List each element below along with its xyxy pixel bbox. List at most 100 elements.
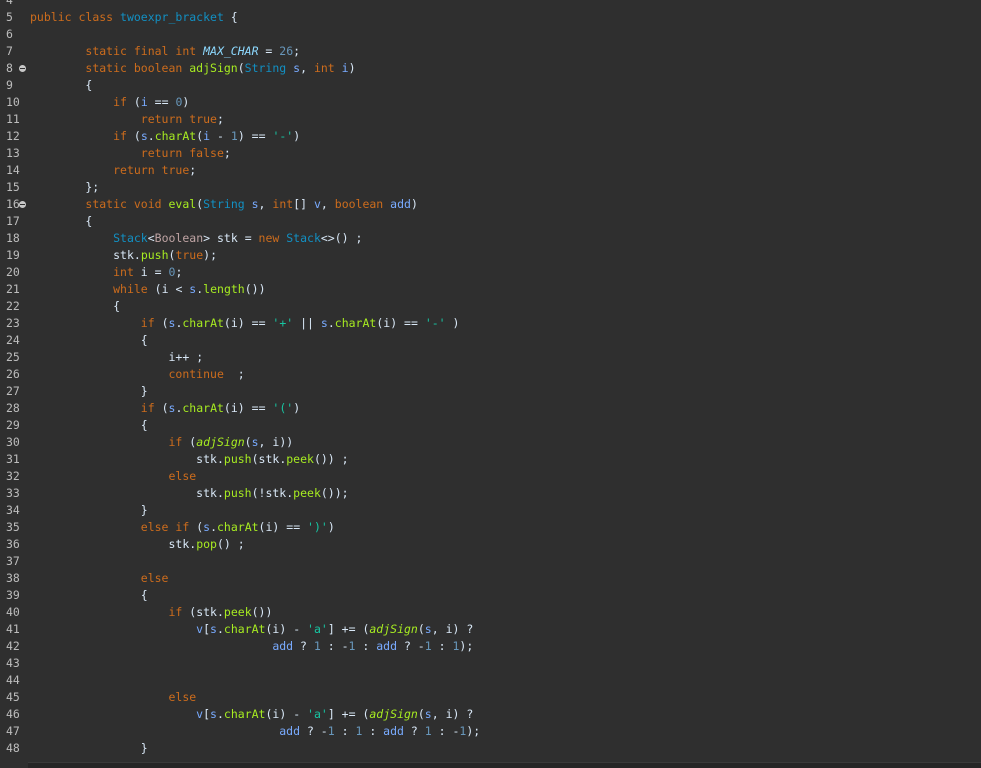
code-line[interactable]: 19 stk.push(true); bbox=[0, 247, 981, 264]
code-text[interactable]: { bbox=[30, 77, 92, 94]
code-line[interactable]: 17 { bbox=[0, 213, 981, 230]
code-line[interactable]: 47 add ? -1 : 1 : add ? 1 : -1); bbox=[0, 723, 981, 740]
code-text[interactable]: stk.push(!stk.peek()); bbox=[30, 485, 348, 502]
code-line[interactable]: 41 v[s.charAt(i) - 'a'] += (adjSign(s, i… bbox=[0, 621, 981, 638]
line-number: 45 bbox=[6, 690, 20, 704]
code-text[interactable]: i++ ; bbox=[30, 349, 203, 366]
code-text[interactable]: } bbox=[30, 740, 148, 757]
code-text[interactable]: Stack<Boolean> stk = new Stack<>() ; bbox=[30, 230, 362, 247]
code-text[interactable]: if (s.charAt(i - 1) == '-') bbox=[30, 128, 300, 145]
code-text[interactable]: else bbox=[30, 570, 169, 587]
code-line[interactable]: 33 stk.push(!stk.peek()); bbox=[0, 485, 981, 502]
code-line[interactable]: 5 public class twoexpr_bracket { bbox=[0, 9, 981, 26]
code-line[interactable]: 27 } bbox=[0, 383, 981, 400]
code-line[interactable]: 36 stk.pop() ; bbox=[0, 536, 981, 553]
code-text[interactable]: }; bbox=[30, 179, 99, 196]
code-line[interactable]: 16 static void eval(String s, int[] v, b… bbox=[0, 196, 981, 213]
code-text[interactable]: while (i < s.length()) bbox=[30, 281, 265, 298]
code-line[interactable]: 46 v[s.charAt(i) - 'a'] += (adjSign(s, i… bbox=[0, 706, 981, 723]
code-line[interactable]: 23 if (s.charAt(i) == '+' || s.charAt(i)… bbox=[0, 315, 981, 332]
code-text[interactable]: add ? 1 : -1 : add ? -1 : 1); bbox=[30, 638, 473, 655]
code-text[interactable]: static final int MAX_CHAR = 26; bbox=[30, 43, 300, 60]
code-line[interactable]: 44 bbox=[0, 672, 981, 689]
line-number: 21 bbox=[6, 282, 20, 296]
code-line[interactable]: 31 stk.push(stk.peek()) ; bbox=[0, 451, 981, 468]
code-text[interactable]: stk.push(true); bbox=[30, 247, 217, 264]
code-area[interactable]: 4 5 public class twoexpr_bracket {6 7 stati… bbox=[0, 0, 981, 757]
code-line[interactable]: 28 if (s.charAt(i) == '(') bbox=[0, 400, 981, 417]
code-line[interactable]: 20 int i = 0; bbox=[0, 264, 981, 281]
code-line[interactable]: 43 bbox=[0, 655, 981, 672]
code-line[interactable]: 26 continue ; bbox=[0, 366, 981, 383]
fold-toggle-icon[interactable] bbox=[19, 201, 26, 208]
code-line[interactable]: 10 if (i == 0) bbox=[0, 94, 981, 111]
code-line[interactable]: 39 { bbox=[0, 587, 981, 604]
code-token: s bbox=[424, 622, 432, 636]
code-text[interactable]: add ? -1 : 1 : add ? 1 : -1); bbox=[30, 723, 480, 740]
code-line[interactable]: 35 else if (s.charAt(i) == ')') bbox=[0, 519, 981, 536]
code-line[interactable]: 6 bbox=[0, 26, 981, 43]
code-text[interactable]: else bbox=[30, 689, 196, 706]
line-number: 24 bbox=[6, 333, 20, 347]
line-number: 30 bbox=[6, 435, 20, 449]
code-text[interactable]: static void eval(String s, int[] v, bool… bbox=[30, 196, 417, 213]
code-token: while bbox=[113, 282, 148, 296]
code-text[interactable]: else bbox=[30, 468, 196, 485]
code-line[interactable]: 40 if (stk.peek()) bbox=[0, 604, 981, 621]
code-line[interactable]: 4 bbox=[0, 0, 981, 9]
code-line[interactable]: 21 while (i < s.length()) bbox=[0, 281, 981, 298]
code-text[interactable]: if (s.charAt(i) == '+' || s.charAt(i) ==… bbox=[30, 315, 460, 332]
code-token: { bbox=[30, 418, 148, 432]
line-number: 19 bbox=[6, 248, 20, 262]
code-line[interactable]: 37 bbox=[0, 553, 981, 570]
code-text[interactable]: v[s.charAt(i) - 'a'] += (adjSign(s, i) ? bbox=[30, 621, 473, 638]
code-line[interactable]: 45 else bbox=[0, 689, 981, 706]
code-token: ; bbox=[175, 265, 183, 279]
code-text[interactable]: if (adjSign(s, i)) bbox=[30, 434, 293, 451]
code-text[interactable]: stk.pop() ; bbox=[30, 536, 244, 553]
code-text[interactable]: int i = 0; bbox=[30, 264, 182, 281]
code-line[interactable]: 32 else bbox=[0, 468, 981, 485]
code-text[interactable]: continue ; bbox=[30, 366, 244, 383]
code-line[interactable]: 15 }; bbox=[0, 179, 981, 196]
code-line[interactable]: 38 else bbox=[0, 570, 981, 587]
code-text[interactable]: { bbox=[30, 332, 148, 349]
code-line[interactable]: 42 add ? 1 : -1 : add ? -1 : 1); bbox=[0, 638, 981, 655]
code-text[interactable]: } bbox=[30, 383, 148, 400]
code-line[interactable]: 30 if (adjSign(s, i)) bbox=[0, 434, 981, 451]
code-text[interactable]: if (s.charAt(i) == '(') bbox=[30, 400, 300, 417]
code-text[interactable]: { bbox=[30, 213, 92, 230]
code-line[interactable]: 14 return true; bbox=[0, 162, 981, 179]
code-text[interactable]: stk.push(stk.peek()) ; bbox=[30, 451, 348, 468]
code-editor[interactable]: 4 5 public class twoexpr_bracket {6 7 stati… bbox=[0, 0, 981, 768]
code-text[interactable]: return false; bbox=[30, 145, 231, 162]
horizontal-scrollbar[interactable] bbox=[28, 762, 981, 768]
code-text[interactable]: static boolean adjSign(String s, int i) bbox=[30, 60, 355, 77]
code-line[interactable]: 7 static final int MAX_CHAR = 26; bbox=[0, 43, 981, 60]
code-line[interactable]: 11 return true; bbox=[0, 111, 981, 128]
code-line[interactable]: 29 { bbox=[0, 417, 981, 434]
code-text[interactable]: if (stk.peek()) bbox=[30, 604, 272, 621]
code-text[interactable]: { bbox=[30, 587, 148, 604]
code-text[interactable]: return true; bbox=[30, 111, 224, 128]
code-line[interactable]: 8 static boolean adjSign(String s, int i… bbox=[0, 60, 981, 77]
fold-toggle-icon[interactable] bbox=[19, 65, 26, 72]
code-line[interactable]: 25 i++ ; bbox=[0, 349, 981, 366]
code-line[interactable]: 22 { bbox=[0, 298, 981, 315]
code-line[interactable]: 48 } bbox=[0, 740, 981, 757]
code-token: ) == bbox=[272, 520, 308, 534]
code-line[interactable]: 34 } bbox=[0, 502, 981, 519]
code-text[interactable]: v[s.charAt(i) - 'a'] += (adjSign(s, i) ? bbox=[30, 706, 473, 723]
code-text[interactable]: return true; bbox=[30, 162, 196, 179]
code-text[interactable]: } bbox=[30, 502, 148, 519]
code-line[interactable]: 13 return false; bbox=[0, 145, 981, 162]
code-text[interactable]: else if (s.charAt(i) == ')') bbox=[30, 519, 335, 536]
code-line[interactable]: 9 { bbox=[0, 77, 981, 94]
code-text[interactable]: { bbox=[30, 298, 120, 315]
code-line[interactable]: 12 if (s.charAt(i - 1) == '-') bbox=[0, 128, 981, 145]
code-text[interactable]: { bbox=[30, 417, 148, 434]
code-line[interactable]: 18 Stack<Boolean> stk = new Stack<>() ; bbox=[0, 230, 981, 247]
code-text[interactable]: public class twoexpr_bracket { bbox=[30, 9, 238, 26]
code-text[interactable]: if (i == 0) bbox=[30, 94, 189, 111]
code-line[interactable]: 24 { bbox=[0, 332, 981, 349]
